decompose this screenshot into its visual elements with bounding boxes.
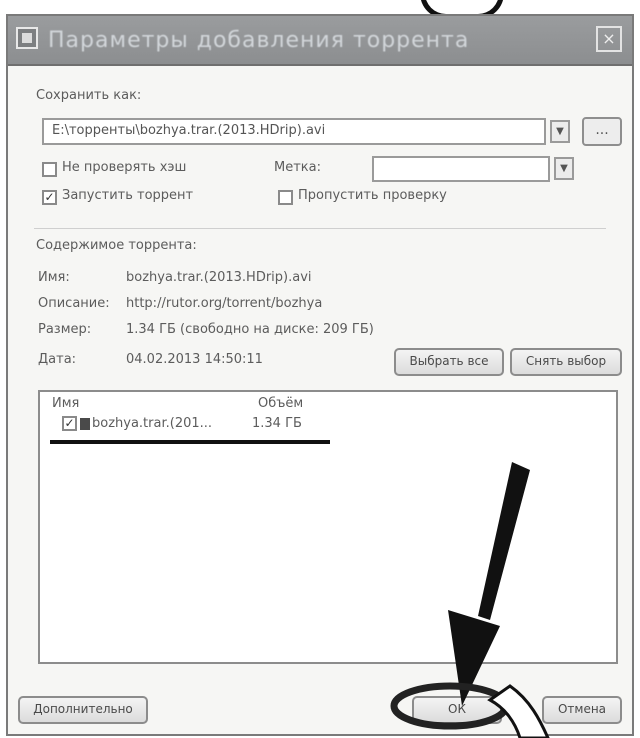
arrow-icon bbox=[448, 462, 530, 706]
annotation-overlay bbox=[390, 462, 550, 738]
screenshot-canvas: Параметры добавления торрента × Сохранит… bbox=[0, 0, 640, 738]
highlight-ellipse-icon bbox=[390, 682, 510, 730]
